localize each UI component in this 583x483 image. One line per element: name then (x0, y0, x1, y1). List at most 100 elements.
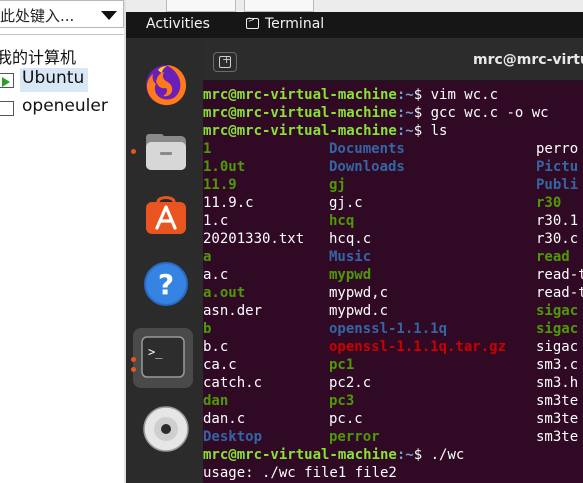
ls-row: ca.c pc1 sm3.c (203, 356, 583, 374)
ubuntu-dock: ? >_ (126, 38, 203, 483)
ls-entry: Pictu (536, 159, 579, 175)
vm-running-icon (0, 73, 14, 88)
terminal-icon[interactable]: >_ (133, 328, 193, 388)
ls-row: 1 Documents perro (203, 140, 583, 158)
ls-row: 11.9 gj Publi (203, 176, 583, 194)
ls-row: a.c mypwd read-t (203, 266, 583, 284)
ls-entry: r30 (536, 195, 562, 211)
ls-entry: 11.9.c (203, 195, 254, 211)
terminal-window[interactable]: mrc@mrc-virtual mrc@mrc-virtual-machine:… (203, 38, 583, 483)
terminal-header-bar[interactable]: mrc@mrc-virtual (203, 38, 583, 81)
ls-row: 1.0ut Downloads Pictu (203, 158, 583, 176)
activities-button[interactable]: Activities (146, 16, 210, 32)
vm-tab[interactable] (244, 0, 314, 12)
ls-entry: openssl-1.1.1q (329, 321, 448, 337)
prompt-symbol: $ (413, 447, 431, 463)
ls-entry: Publi (536, 177, 579, 193)
prompt-path: :~ (396, 123, 414, 139)
ls-entry: r30.c (536, 231, 579, 247)
ls-entry: mypwd (329, 267, 372, 283)
terminal-title: mrc@mrc-virtual (473, 52, 583, 68)
ls-row: b openssl-1.1.1q sigac (203, 320, 583, 338)
ls-entry: sm3te (536, 411, 579, 427)
ls-entry: a.c (203, 267, 229, 283)
app-menu-label: Terminal (265, 16, 325, 32)
terminal-output[interactable]: mrc@mrc-virtual-machine:~$ vim wc.c mrc@m… (203, 86, 583, 483)
files-icon[interactable] (140, 126, 192, 178)
ls-row: a Music read (203, 248, 583, 266)
terminal-line: mrc@mrc-virtual-machine:~$ ls (203, 122, 583, 140)
ls-entry: sm3.c (536, 357, 579, 373)
ls-entry: b (203, 321, 212, 337)
ls-entry: read-t (536, 267, 583, 283)
ls-row: 1.c hcq r30.1 (203, 212, 583, 230)
search-input[interactable]: 此处键入... (0, 0, 124, 28)
prompt-user: mrc@mrc-virtual-machine (203, 123, 397, 139)
ls-entry: perror (329, 429, 380, 445)
ls-row: dan pc3 sm3te (203, 392, 583, 410)
ls-entry: Music (329, 249, 372, 265)
ls-row: catch.c pc2.c sm3.h (203, 374, 583, 392)
gnome-top-bar: Activities Terminal (126, 12, 583, 38)
ls-entry: perro (536, 141, 579, 157)
command-text: ls (430, 123, 448, 139)
ls-entry: sigac (536, 321, 579, 337)
vm-tab-strip (126, 0, 583, 12)
ls-entry: dan.c (203, 411, 246, 427)
dvd-icon[interactable] (140, 403, 192, 455)
ls-entry: 11.9 (203, 177, 237, 193)
ls-entry: mypwd,c (329, 285, 389, 301)
ls-entry: hcq (329, 213, 355, 229)
ls-row: Desktop perror sm3te (203, 428, 583, 446)
software-icon[interactable] (140, 188, 192, 240)
play-icon (2, 77, 10, 87)
vm-icon (0, 101, 14, 116)
app-menu-terminal[interactable]: Terminal (246, 15, 325, 32)
ls-entry: read (536, 249, 570, 265)
ls-entry: openssl-1.1.1q.tar.gz (329, 339, 507, 355)
command-text: gcc wc.c -o wc (430, 105, 549, 121)
divider (0, 34, 126, 35)
ls-entry: 20201330.txt (203, 231, 305, 247)
terminal-app-icon (246, 15, 259, 29)
ls-entry: read-t (536, 285, 583, 301)
prompt-symbol: $ (413, 87, 431, 103)
ls-entry: Desktop (203, 429, 263, 445)
ls-row: 20201330.txt hcq.c r30.c (203, 230, 583, 248)
terminal-line: mrc@mrc-virtual-machine:~$ gcc wc.c -o w… (203, 104, 583, 122)
ls-row: dan.c pc.c sm3te (203, 410, 583, 428)
ls-entry: 1 (203, 141, 212, 157)
ls-entry: asn.der (203, 303, 263, 319)
prompt-path: :~ (396, 105, 414, 121)
new-tab-button[interactable] (213, 52, 237, 72)
tree-item-label: openeuler (22, 96, 108, 116)
firefox-icon[interactable] (140, 58, 192, 110)
ls-entry: 1.c (203, 213, 229, 229)
search-placeholder: 此处键入... (0, 7, 75, 25)
ls-entry: dan (203, 393, 229, 409)
ls-row: a.out mypwd,c read-t (203, 284, 583, 302)
prompt-symbol: $ (413, 123, 431, 139)
tree-root-label: 我的计算机 (0, 48, 77, 67)
command-text: ./wc (430, 447, 465, 463)
prompt-symbol: $ (413, 105, 431, 121)
ls-entry: r30.1 (536, 213, 579, 229)
command-output: usage: ./wc file1 file2 (203, 465, 397, 481)
help-icon[interactable]: ? (140, 258, 192, 310)
ls-entry: mypwd.c (329, 303, 389, 319)
chevron-down-icon[interactable] (101, 11, 117, 20)
vm-screen[interactable]: Activities Terminal (126, 0, 583, 483)
ls-entry: Documents (329, 141, 405, 157)
ls-row: 11.9.c gj.c r30 (203, 194, 583, 212)
ls-entry: sm3te (536, 429, 579, 445)
ls-entry: pc1 (329, 357, 355, 373)
running-indicator (131, 367, 136, 372)
svg-text:?: ? (158, 268, 174, 301)
ls-entry: sigac (536, 339, 579, 355)
ls-entry: Downloads (329, 159, 405, 175)
ls-entry: pc3 (329, 393, 355, 409)
vm-tab[interactable] (166, 0, 236, 12)
ls-entry: a (203, 249, 212, 265)
prompt-user: mrc@mrc-virtual-machine (203, 87, 397, 103)
ls-entry: gj (329, 177, 346, 193)
